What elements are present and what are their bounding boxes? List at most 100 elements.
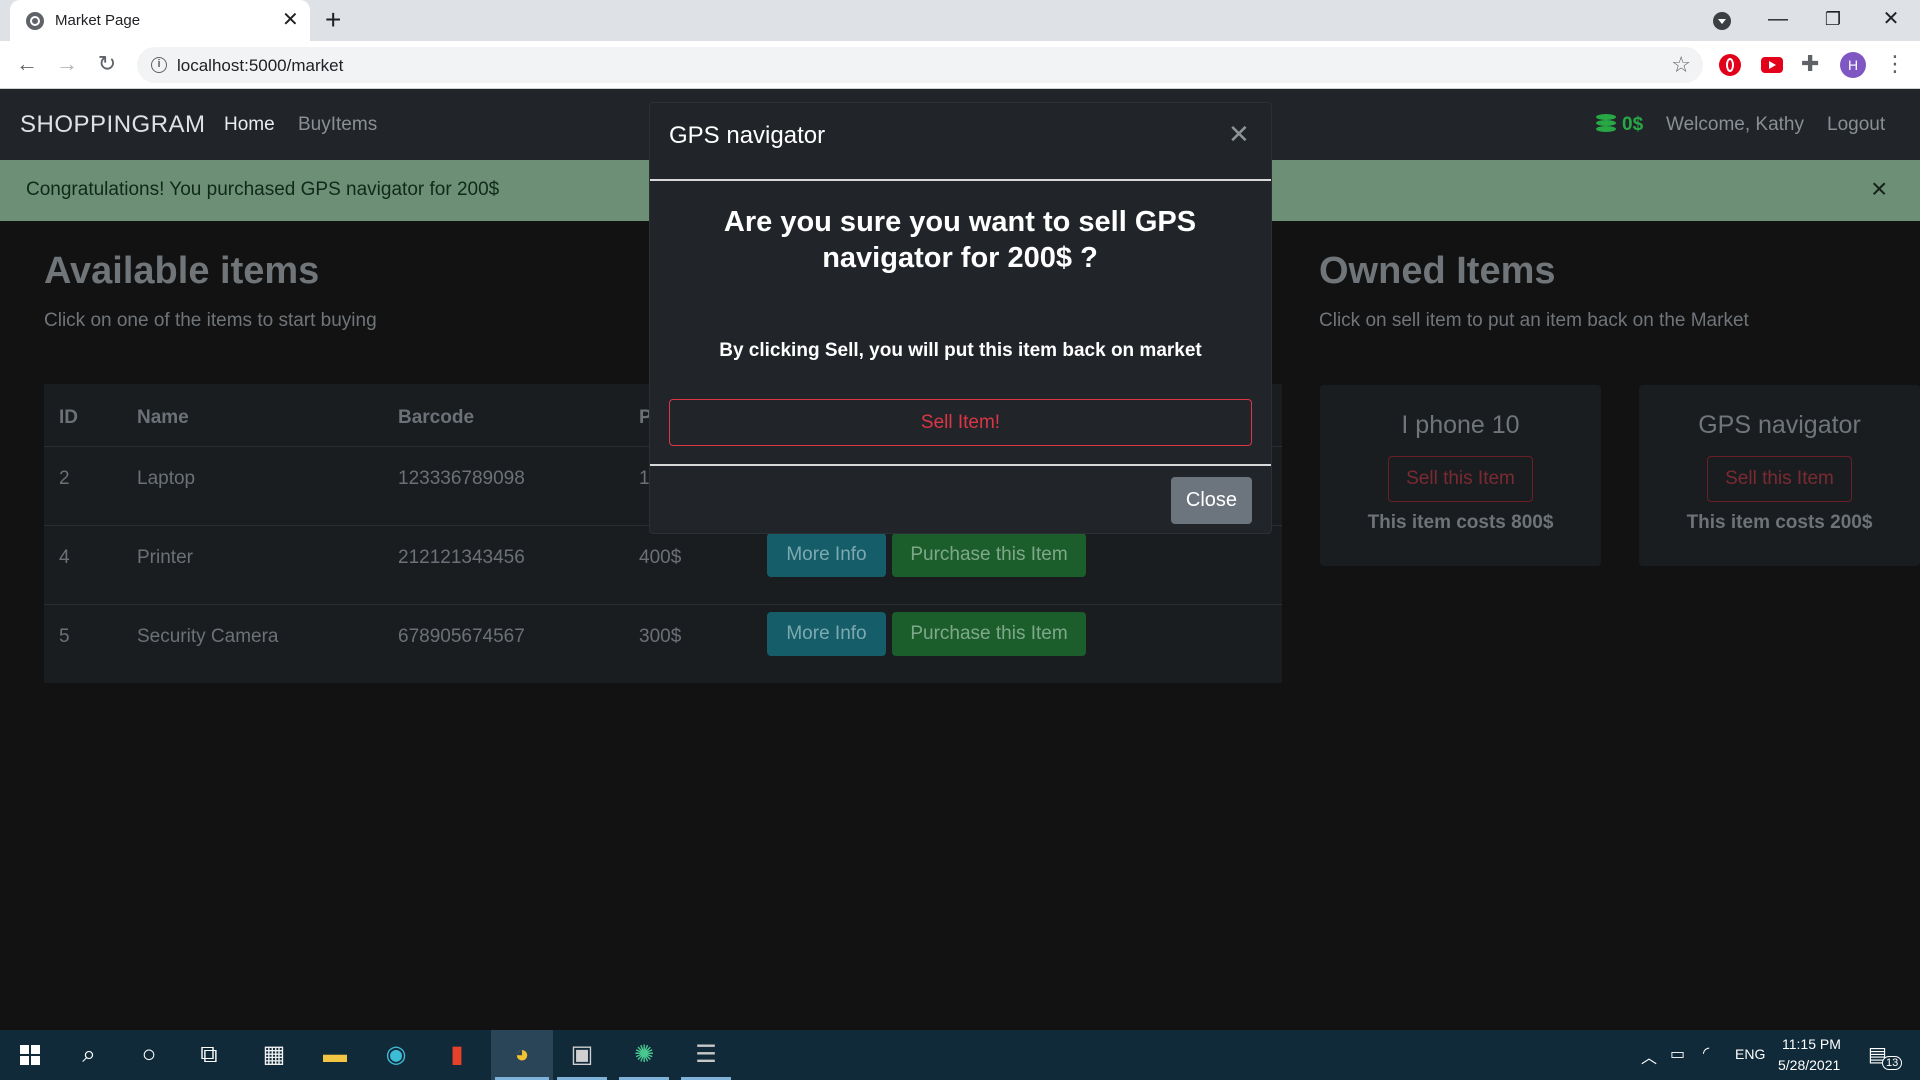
taskbar-office[interactable]: ▮ xyxy=(428,1030,486,1080)
nav-buyitems-link[interactable]: BuyItems xyxy=(298,114,377,136)
column-header-barcode: Barcode xyxy=(398,407,475,428)
edge-icon: ◉ xyxy=(385,1041,407,1068)
table-cell-price: 1 xyxy=(639,468,650,489)
sell-item-button[interactable]: Sell this Item xyxy=(1388,456,1533,502)
alert-close-button[interactable]: × xyxy=(1871,174,1887,204)
table-cell-id: 5 xyxy=(59,626,70,647)
database-icon: ☰ xyxy=(695,1041,717,1068)
close-window-button[interactable]: ✕ xyxy=(1871,4,1911,34)
info-icon[interactable]: i xyxy=(151,57,167,73)
terminal-icon: ▣ xyxy=(570,1041,594,1068)
task-view-icon: ⧉ xyxy=(200,1041,218,1068)
table-cell-barcode: 123336789098 xyxy=(398,468,525,489)
language-indicator[interactable]: ENG xyxy=(1735,1046,1765,1062)
owned-item-name: I phone 10 xyxy=(1401,411,1520,439)
battery-icon[interactable]: ▭ xyxy=(1670,1044,1685,1064)
confirm-sell-button[interactable]: Sell Item! xyxy=(669,399,1252,446)
wifi-icon[interactable]: ◜ xyxy=(1703,1043,1709,1063)
maximize-button[interactable]: ❐ xyxy=(1813,4,1853,34)
taskbar-app-green[interactable]: ✺ xyxy=(615,1030,673,1080)
browser-tab-bar: Market Page ✕ + — ❐ ✕ xyxy=(0,0,1920,41)
table-cell-barcode: 212121343456 xyxy=(398,547,525,568)
clock-date[interactable]: 5/28/2021 xyxy=(1778,1057,1840,1073)
reload-icon[interactable]: ↻ xyxy=(93,50,121,78)
notification-count-badge: 13 xyxy=(1882,1056,1903,1070)
sell-confirm-modal: GPS navigator ✕ Are you sure you want to… xyxy=(649,102,1272,534)
nav-home-link[interactable]: Home xyxy=(224,114,275,136)
column-header-id: ID xyxy=(59,407,78,428)
modal-close-button[interactable]: Close xyxy=(1171,477,1252,524)
table-cell-price: 400$ xyxy=(639,547,682,568)
extensions-puzzle-icon[interactable]: ✚ xyxy=(1801,51,1823,76)
minimize-button[interactable]: — xyxy=(1758,4,1798,34)
owned-item-card: GPS navigator Sell this Item This item c… xyxy=(1639,385,1920,566)
taskbar-edge[interactable]: ◉ xyxy=(367,1030,425,1080)
purchase-item-button[interactable]: Purchase this Item xyxy=(892,533,1086,577)
address-bar[interactable]: i localhost:5000/market ☆ xyxy=(137,47,1703,83)
available-items-subtitle: Click on one of the items to start buyin… xyxy=(44,310,377,331)
atom-icon: ✺ xyxy=(633,1041,655,1068)
forward-icon[interactable]: → xyxy=(53,50,81,78)
table-cell-name: Laptop xyxy=(137,468,196,489)
search-button[interactable]: ⌕ xyxy=(60,1030,118,1080)
start-button[interactable] xyxy=(0,1030,58,1080)
browser-tab[interactable]: Market Page ✕ xyxy=(10,0,310,41)
taskbar-chrome[interactable]: ◕ xyxy=(491,1030,553,1080)
modal-title: GPS navigator xyxy=(669,122,826,149)
modal-question: Are you sure you want to sell GPS naviga… xyxy=(723,206,1197,274)
taskbar-file-explorer[interactable]: ▬ xyxy=(306,1030,364,1080)
column-header-name: Name xyxy=(137,407,189,428)
tray-chevron-up-icon[interactable]: ︿ xyxy=(1641,1044,1657,1068)
browser-toolbar: ← → ↻ i localhost:5000/market ☆ ✚ H ⋮ xyxy=(0,41,1920,89)
profile-avatar[interactable]: H xyxy=(1840,52,1866,78)
budget-value: 0$ xyxy=(1622,114,1644,135)
taskbar-database[interactable]: ☰ xyxy=(677,1030,735,1080)
table-cell-name: Security Camera xyxy=(137,626,279,647)
budget-display: 0$ xyxy=(1596,114,1643,136)
welcome-text: Welcome, Kathy xyxy=(1666,114,1804,135)
logout-link[interactable]: Logout xyxy=(1827,114,1885,136)
opera-extension-icon[interactable] xyxy=(1719,54,1741,76)
more-info-button[interactable]: More Info xyxy=(767,612,886,656)
web-page: SHOPPINGRAM Home BuyItems 0$ Welcome, Ka… xyxy=(0,89,1920,1030)
cortana-button[interactable]: ○ xyxy=(120,1030,178,1080)
modal-close-icon[interactable]: ✕ xyxy=(1228,119,1250,149)
owned-items-title: Owned Items xyxy=(1319,250,1556,292)
alert-message: Congratulations! You purchased GPS navig… xyxy=(26,179,500,200)
clock-time[interactable]: 11:15 PM xyxy=(1782,1036,1841,1052)
taskbar-terminal[interactable]: ▣ xyxy=(553,1030,611,1080)
table-divider xyxy=(44,604,1282,605)
windows-taskbar: ⌕ ○ ⧉ ▦ ▬ ◉ ▮ ◕ ▣ ✺ ☰ ︿ ▭ ◜ ENG 11:15 PM… xyxy=(0,1030,1920,1080)
table-cell-price: 300$ xyxy=(639,626,682,647)
owned-item-cost: This item costs 800$ xyxy=(1367,512,1554,533)
available-items-title: Available items xyxy=(44,250,320,292)
search-icon: ⌕ xyxy=(82,1041,96,1068)
task-view-button[interactable]: ⧉ xyxy=(180,1030,238,1080)
sell-item-button[interactable]: Sell this Item xyxy=(1707,456,1852,502)
table-cell-barcode: 678905674567 xyxy=(398,626,525,647)
tab-search-icon[interactable] xyxy=(1713,12,1731,30)
bookmark-star-icon[interactable]: ☆ xyxy=(1671,52,1691,78)
browser-menu-icon[interactable]: ⋮ xyxy=(1884,50,1906,78)
cortana-circle-icon: ○ xyxy=(141,1041,157,1068)
owned-item-cost: This item costs 200$ xyxy=(1686,512,1873,533)
more-info-button[interactable]: More Info xyxy=(767,533,886,577)
folder-icon: ▬ xyxy=(323,1041,347,1068)
close-tab-icon[interactable]: ✕ xyxy=(282,9,299,31)
store-bag-icon: ▦ xyxy=(262,1041,286,1068)
windows-logo-icon xyxy=(20,1045,40,1065)
purchase-item-button[interactable]: Purchase this Item xyxy=(892,612,1086,656)
owned-items-subtitle: Click on sell item to put an item back o… xyxy=(1319,310,1749,331)
coins-icon xyxy=(1596,114,1616,132)
table-cell-id: 2 xyxy=(59,468,70,489)
modal-note: By clicking Sell, you will put this item… xyxy=(719,340,1202,361)
new-tab-button[interactable]: + xyxy=(325,5,341,35)
table-cell-id: 4 xyxy=(59,547,70,568)
url-text[interactable]: localhost:5000/market xyxy=(177,56,343,76)
modal-footer-divider xyxy=(650,464,1271,466)
back-icon[interactable]: ← xyxy=(13,50,41,78)
taskbar-store[interactable]: ▦ xyxy=(245,1030,303,1080)
modal-header-divider xyxy=(650,179,1271,181)
site-brand[interactable]: SHOPPINGRAM xyxy=(20,111,206,139)
youtube-extension-icon[interactable] xyxy=(1761,57,1783,73)
